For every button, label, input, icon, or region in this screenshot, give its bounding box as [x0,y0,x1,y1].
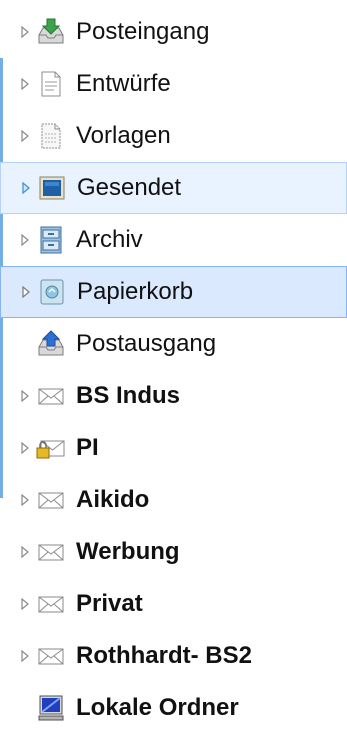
folder-item-lokale-ordner[interactable]: Lokale Ordner [0,682,347,734]
folder-item-postausgang[interactable]: Postausgang [0,318,347,370]
folder-label: Papierkorb [77,278,194,305]
folder-label: Entwürfe [76,70,171,97]
folder-item-posteingang[interactable]: Posteingang [0,6,347,58]
expand-arrow-icon[interactable] [19,285,33,299]
envelope-icon [36,641,66,671]
sent-icon [37,173,67,203]
drafts-icon [36,69,66,99]
expand-arrow-icon[interactable] [18,441,32,455]
folder-tree: Posteingang Entwürfe Vorlagen Gesendet A… [0,6,347,734]
folder-label: Posteingang [76,18,210,45]
outbox-icon [36,329,66,359]
envelope-icon [36,485,66,515]
folder-item-pi[interactable]: PI [0,422,347,474]
locked-envelope-icon [36,433,66,463]
folder-item-privat[interactable]: Privat [0,578,347,630]
expand-arrow-icon[interactable] [18,493,32,507]
expand-arrow-icon[interactable] [18,649,32,663]
folder-label: Rothhardt- BS2 [76,642,252,669]
folder-label: Aikido [76,486,150,513]
expand-arrow-icon[interactable] [18,233,32,247]
folder-label: Vorlagen [76,122,171,149]
local-folders-icon [36,693,66,723]
folder-label: Gesendet [77,174,182,201]
folder-item-bs-indus[interactable]: BS Indus [0,370,347,422]
folder-item-entwuerfe[interactable]: Entwürfe [0,58,347,110]
folder-item-vorlagen[interactable]: Vorlagen [0,110,347,162]
folder-item-papierkorb[interactable]: Papierkorb [0,266,347,318]
expand-arrow-icon[interactable] [18,545,32,559]
expand-arrow-icon[interactable] [18,77,32,91]
envelope-icon [36,589,66,619]
folder-item-rothhardt-bs2[interactable]: Rothhardt- BS2 [0,630,347,682]
archive-icon [36,225,66,255]
folder-item-aikido[interactable]: Aikido [0,474,347,526]
folder-label: BS Indus [76,382,181,409]
expand-arrow-icon[interactable] [18,597,32,611]
folder-label: Werbung [76,538,180,565]
folder-item-werbung[interactable]: Werbung [0,526,347,578]
templates-icon [36,121,66,151]
expand-arrow-icon[interactable] [18,129,32,143]
envelope-icon [36,381,66,411]
folder-label: Privat [76,590,143,617]
folder-label: Archiv [76,226,143,253]
folder-label: Lokale Ordner [76,694,239,721]
trash-icon [37,277,67,307]
expand-arrow-icon[interactable] [19,181,33,195]
expand-arrow-icon[interactable] [18,25,32,39]
inbox-icon [36,17,66,47]
folder-label: Postausgang [76,330,217,357]
folder-label: PI [76,434,99,461]
folder-item-archiv[interactable]: Archiv [0,214,347,266]
folder-item-gesendet[interactable]: Gesendet [0,162,347,214]
folder-pane: Posteingang Entwürfe Vorlagen Gesendet A… [0,0,347,749]
envelope-icon [36,537,66,567]
expand-arrow-icon[interactable] [18,389,32,403]
